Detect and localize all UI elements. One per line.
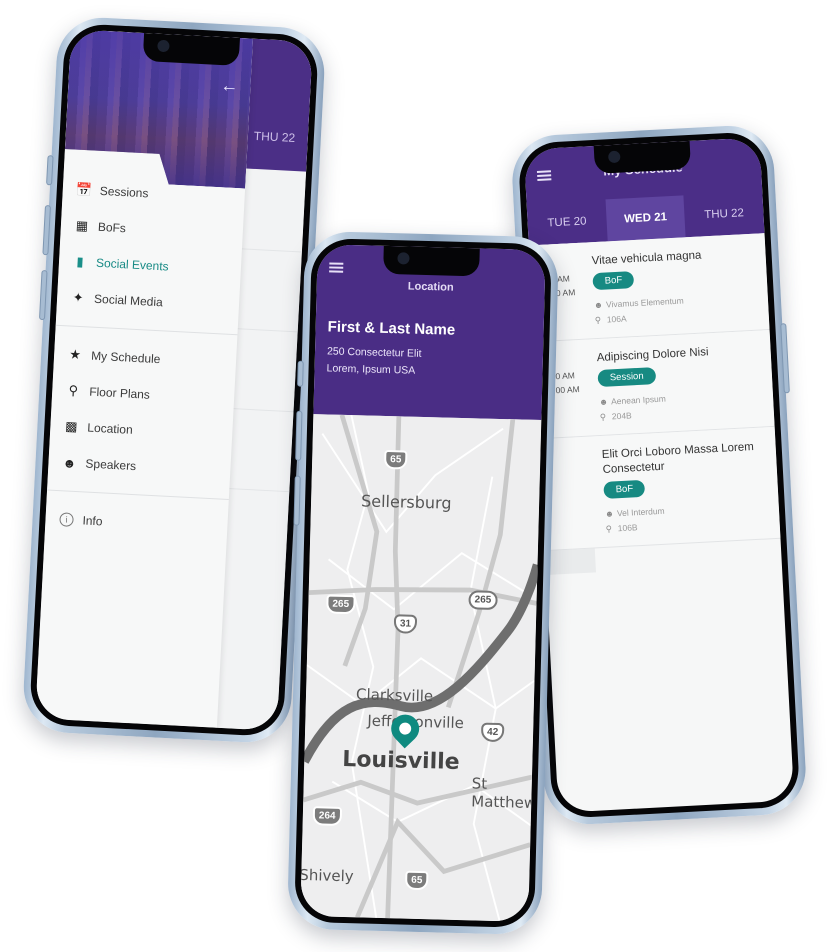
map-pin-icon: ⚲	[605, 523, 613, 534]
screen: My Schedule TUE 20 WED 21 THU 22 8:00 AM…	[523, 137, 795, 813]
nav-item-speakers[interactable]: ☻ Speakers	[62, 444, 232, 489]
camera	[157, 39, 170, 53]
event-speaker: Vel Interdum	[616, 505, 665, 519]
event-title: Adipiscing Dolore Nisi	[596, 346, 709, 365]
schedule-item[interactable]: Elit Orci Loboro Massa Lorem Consectetur…	[538, 426, 781, 552]
background-header	[244, 38, 313, 172]
nav-label: Social Events	[95, 255, 169, 274]
nav-label: Info	[82, 513, 103, 529]
person-icon: ☻	[593, 299, 604, 311]
event-meta: ☻ Vel Interdum ⚲ 106B	[605, 498, 770, 537]
notch	[593, 140, 692, 174]
person-icon: ☻	[598, 396, 609, 408]
map-place-label: Sellersburg	[360, 491, 452, 513]
notch	[383, 245, 480, 277]
notch	[142, 32, 240, 66]
volume-down-button	[38, 269, 48, 321]
nav-label: Social Media	[93, 291, 164, 310]
divider	[231, 408, 294, 413]
background-tab-label: THU 22	[253, 128, 296, 146]
map-place-label: St Matthews	[471, 774, 542, 813]
screen: Location First & Last Name 250 Consectet…	[300, 244, 546, 922]
schedule-list: 8:00 AM 10:00 AM Vitae vehicula magna Bo…	[528, 233, 794, 813]
mute-switch	[297, 360, 304, 387]
camera	[397, 252, 410, 265]
phone-left-menu: THU 22 ← 📅 Sessions ▦ BoFs ▮ Social Even…	[21, 15, 327, 745]
nav-label: Sessions	[99, 183, 149, 201]
nav-list: 📅 Sessions ▦ BoFs ▮ Social Events ✦ Soci…	[45, 159, 247, 546]
nav-label: Floor Plans	[88, 384, 151, 402]
event-type-badge: BoF	[603, 479, 646, 499]
volume-up-button	[295, 410, 303, 461]
event-meta: ☻ Aenean Ipsum ⚲ 204B	[599, 386, 764, 425]
calendar-icon: 📅	[75, 181, 93, 198]
interstate-shield: 265	[326, 594, 356, 615]
info-icon: i	[59, 512, 74, 527]
interstate-shield: 65	[404, 870, 429, 891]
phone-center-location: Location First & Last Name 250 Consectet…	[286, 230, 560, 936]
page-title: Location	[407, 280, 454, 294]
bezel: My Schedule TUE 20 WED 21 THU 22 8:00 AM…	[517, 130, 801, 820]
event-speaker: Vivamus Elementum	[605, 295, 684, 310]
contact-name: First & Last Name	[327, 318, 456, 339]
nav-item-social-media[interactable]: ✦ Social Media	[70, 280, 240, 325]
tab-wed-21[interactable]: WED 21	[605, 195, 686, 242]
event-type-badge: Session	[597, 367, 657, 388]
hamburger-menu-icon[interactable]	[329, 262, 344, 273]
nav-label: My Schedule	[90, 348, 161, 367]
map-place-label: Shively	[300, 865, 354, 886]
interstate-shield: 264	[312, 806, 342, 826]
arrow-left-icon[interactable]: ←	[220, 75, 239, 97]
nav-label: Location	[87, 420, 134, 437]
map-icon: ▩	[64, 418, 78, 435]
event-room: 204B	[611, 410, 632, 422]
map-roads	[300, 414, 542, 922]
nav-item-info[interactable]: i Info	[59, 501, 229, 546]
divider	[235, 328, 298, 333]
nav-label: Speakers	[85, 456, 137, 474]
twitter-icon: ✦	[72, 289, 85, 306]
event-meta: ☻ Vivamus Elementum ⚲ 106A	[594, 290, 759, 329]
event-room: 106B	[617, 522, 638, 534]
map-place-label: Clarksville	[355, 685, 434, 706]
divider	[55, 324, 238, 336]
power-button	[780, 323, 790, 394]
phone-right-schedule: My Schedule TUE 20 WED 21 THU 22 8:00 AM…	[510, 123, 808, 827]
divider	[227, 487, 290, 493]
address: 250 Consectetur Elit Lorem, Ipsum USA	[326, 343, 531, 382]
map-pin-icon: ⚲	[68, 382, 79, 398]
divider	[47, 489, 229, 501]
event-title: Elit Orci Loboro Massa Lorem Consectetur	[601, 441, 755, 476]
map-pin-icon: ⚲	[599, 411, 607, 423]
bezel: Location First & Last Name 250 Consectet…	[294, 237, 552, 929]
tab-tue-20[interactable]: TUE 20	[527, 199, 608, 245]
camera	[607, 150, 621, 164]
person-icon: ☻	[604, 508, 615, 519]
map-pin-icon: ⚲	[594, 314, 602, 326]
map-view[interactable]: 65 Sellersburg 265 265 31 Clarksville Je…	[300, 414, 542, 922]
event-type-badge: BoF	[592, 271, 635, 291]
map-place-label: Louisville	[342, 746, 460, 776]
event-speaker: Aenean Ipsum	[610, 393, 667, 407]
navigation-drawer: ← 📅 Sessions ▦ BoFs ▮ Social Events ✦ So…	[35, 29, 253, 728]
schedule-item[interactable]: 9:30 AM 11:00 AM Adipiscing Dolore Nisi …	[533, 330, 775, 440]
mute-switch	[46, 155, 54, 186]
schedule-item[interactable]: 8:00 AM 10:00 AM Vitae vehicula magna Bo…	[528, 233, 770, 343]
person-icon: ☻	[62, 454, 77, 471]
document-icon: ▦	[75, 217, 89, 234]
nav-label: BoFs	[97, 219, 127, 236]
interstate-shield: 65	[383, 449, 408, 470]
divider	[239, 248, 302, 253]
star-icon: ★	[68, 346, 82, 363]
volume-up-button	[42, 205, 51, 256]
event-room: 106A	[606, 313, 627, 325]
bezel: THU 22 ← 📅 Sessions ▦ BoFs ▮ Social Even…	[28, 22, 320, 738]
volume-down-button	[293, 475, 301, 526]
event-title: Vitae vehicula magna	[591, 249, 702, 268]
highway-shield: 265	[468, 590, 498, 610]
tab-thu-22[interactable]: THU 22	[684, 191, 765, 237]
screen: THU 22 ← 📅 Sessions ▦ BoFs ▮ Social Even…	[35, 29, 313, 731]
chat-bubble-icon: ▮	[76, 253, 85, 270]
